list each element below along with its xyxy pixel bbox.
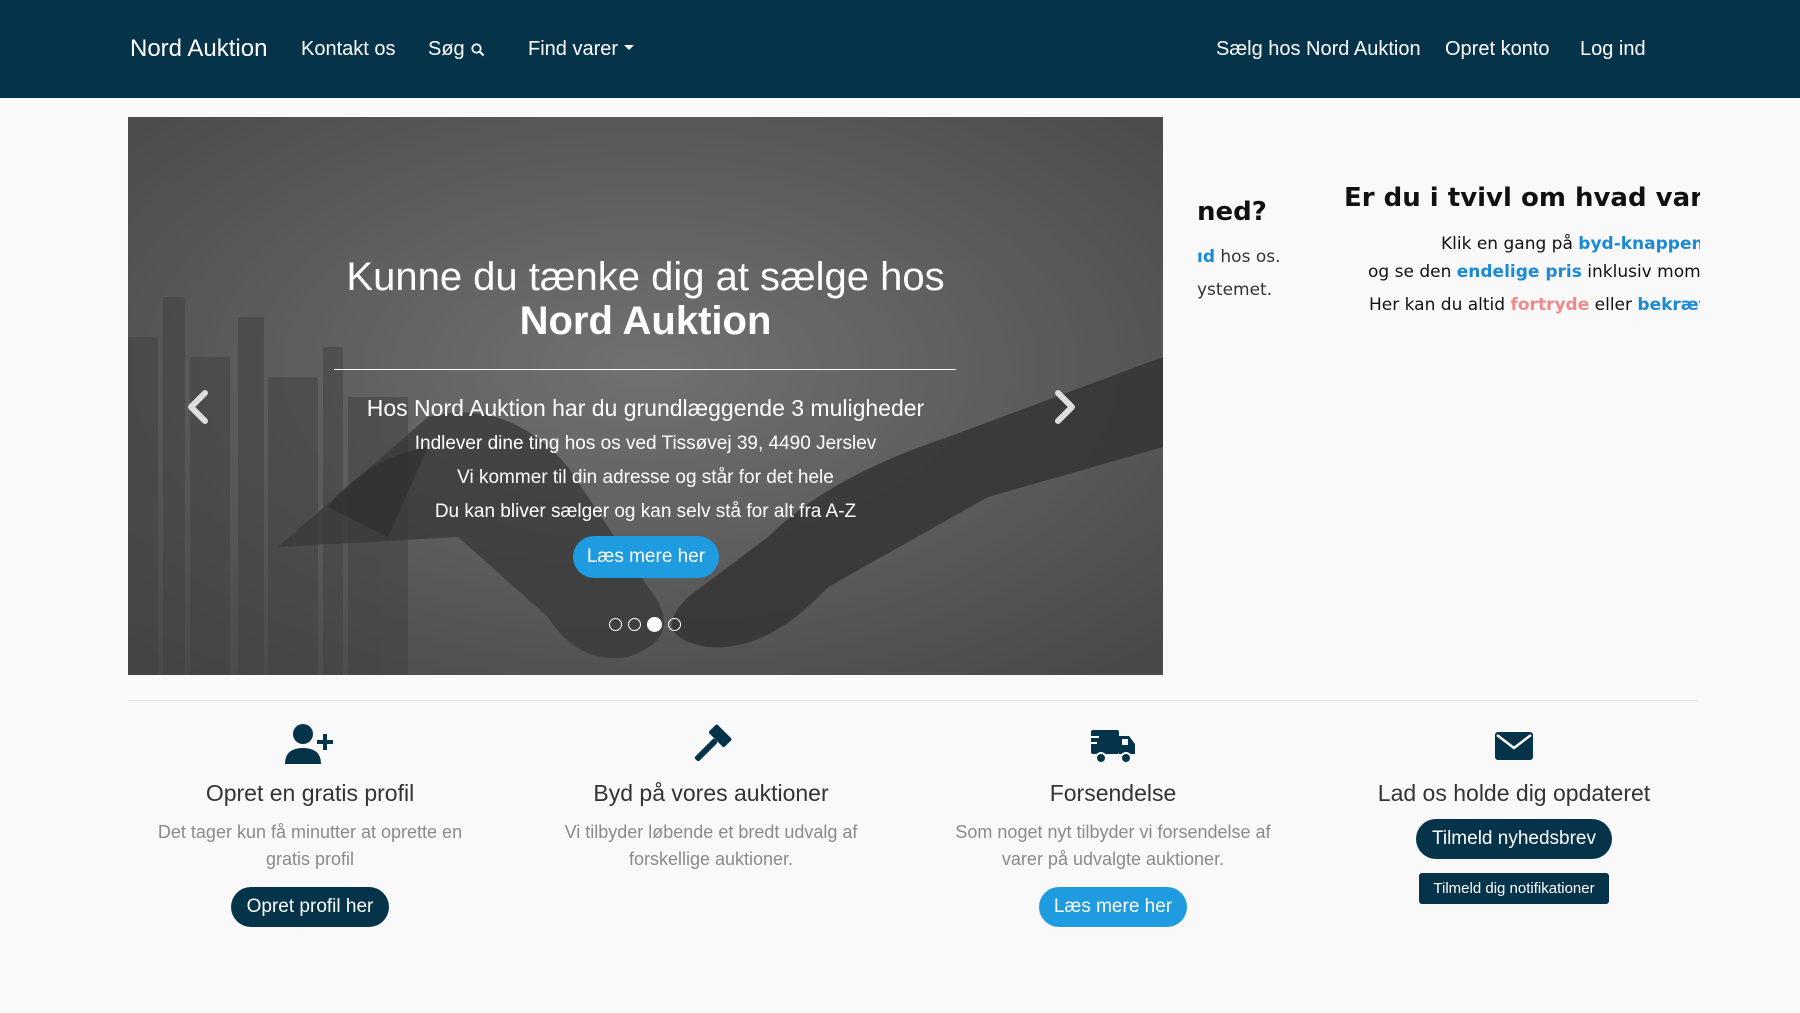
newsletter-signup-button[interactable]: Tilmeld nyhedsbrev bbox=[1415, 819, 1613, 859]
carousel-dot-1[interactable] bbox=[609, 618, 622, 632]
nav-search[interactable]: Søg bbox=[428, 0, 485, 98]
info-text: eller bbox=[1589, 295, 1638, 315]
nav-search-label: Søg bbox=[428, 38, 465, 60]
info-text: Her kan du altid bbox=[1369, 295, 1511, 315]
create-profile-button[interactable]: Opret profil her bbox=[230, 887, 390, 927]
slide-option-3: Du kan bliver sælger og kan selv stå for… bbox=[434, 501, 857, 522]
slide-option-2: Vi kommer til din adresse og står for de… bbox=[457, 467, 834, 488]
info-fragment-heading: ned? bbox=[1197, 197, 1267, 227]
feature-newsletter: Lad os holde dig opdateret Tilmeld nyhed… bbox=[1339, 722, 1689, 904]
nav-find-dropdown[interactable]: Find varer bbox=[528, 0, 635, 98]
info-link-confirm[interactable]: bekræfte bbox=[1637, 295, 1700, 315]
chevron-left-icon bbox=[188, 390, 208, 424]
feature-desc: Som noget nyt tilbyder vi forsendelse af… bbox=[955, 822, 1271, 869]
slide-read-more-button[interactable]: Læs mere her bbox=[573, 536, 719, 578]
info-slider-panel: ned? ıd hos os. ystemet. Er du i tvivl o… bbox=[1197, 117, 1700, 417]
notifications-signup-button[interactable]: Tilmeld dig notifikationer bbox=[1419, 873, 1609, 904]
nav-login[interactable]: Log ind bbox=[1580, 0, 1646, 98]
brand-logo-link[interactable]: Nord Auktion bbox=[130, 0, 267, 98]
carousel-dot-2[interactable] bbox=[628, 618, 641, 632]
info-line-2: og se den endelige pris inklusiv moms og bbox=[1368, 262, 1700, 282]
nav-sell[interactable]: Sælg hos Nord Auktion bbox=[1216, 0, 1421, 98]
envelope-icon bbox=[1495, 732, 1533, 760]
search-icon bbox=[471, 43, 484, 57]
feature-create-profile: Opret en gratis profil Det tager kun få … bbox=[135, 722, 485, 927]
chevron-right-icon bbox=[1055, 390, 1075, 424]
feature-desc: Vi tilbyder løbende et bredt udvalg af f… bbox=[564, 822, 858, 869]
info-fragment-text: hos os. bbox=[1215, 247, 1281, 267]
info-line-3: Her kan du altid fortryde eller bekræfte… bbox=[1369, 295, 1700, 315]
user-plus-icon bbox=[285, 724, 333, 764]
info-heading: Er du i tvivl om hvad varen k bbox=[1344, 183, 1700, 213]
carousel-prev-button[interactable] bbox=[183, 387, 213, 427]
info-link-regret[interactable]: fortryde bbox=[1510, 295, 1589, 315]
info-text: og se den bbox=[1368, 262, 1457, 282]
hero-carousel: Kunne du tænke dig at sælge hos Nord Auk… bbox=[128, 117, 1163, 675]
slide-divider bbox=[334, 369, 956, 370]
feature-title: Opret en gratis profil bbox=[205, 780, 415, 806]
info-fragment-link[interactable]: ıd bbox=[1197, 247, 1215, 267]
feature-desc: Det tager kun få minutter at oprette en … bbox=[157, 822, 463, 869]
info-text: inklusiv moms og bbox=[1587, 262, 1700, 282]
shipping-read-more-button[interactable]: Læs mere her bbox=[1038, 887, 1188, 927]
slide-option-1: Indlever dine ting hos os ved Tissøvej 3… bbox=[414, 433, 877, 454]
feature-shipping: Forsendelse Som noget nyt tilbyder vi fo… bbox=[938, 722, 1288, 927]
feature-title: Byd på vores auktioner bbox=[593, 780, 829, 806]
top-navbar: Nord Auktion Kontakt os Søg Find varer S… bbox=[0, 0, 1800, 98]
gavel-icon bbox=[694, 724, 732, 762]
slide-title-line1: Kunne du tænke dig at sælge hos bbox=[346, 255, 945, 299]
carousel-indicators bbox=[609, 616, 687, 633]
caret-down-icon bbox=[624, 45, 635, 51]
nav-signup[interactable]: Opret konto bbox=[1445, 0, 1550, 98]
info-text: Klik en gang på bbox=[1441, 234, 1579, 254]
section-divider bbox=[128, 700, 1698, 701]
feature-title: Forsendelse bbox=[1049, 780, 1177, 806]
slide-subtitle: Hos Nord Auktion har du grundlæggende 3 … bbox=[366, 395, 925, 421]
info-link-bid-button[interactable]: byd-knappen bbox=[1578, 234, 1700, 254]
carousel-dot-3[interactable] bbox=[647, 617, 662, 633]
truck-icon bbox=[1089, 730, 1135, 764]
nav-find-label: Find varer bbox=[528, 38, 619, 60]
info-link-final-price[interactable]: endelige pris bbox=[1457, 262, 1582, 282]
info-fragment-line1: ıd hos os. bbox=[1197, 247, 1281, 267]
nav-contact[interactable]: Kontakt os bbox=[301, 0, 396, 98]
info-fragment-line2: ystemet. bbox=[1197, 280, 1273, 300]
carousel-dot-4[interactable] bbox=[668, 618, 681, 632]
feature-bid: Byd på vores auktioner Vi tilbyder løben… bbox=[536, 722, 886, 873]
carousel-next-button[interactable] bbox=[1050, 387, 1080, 427]
info-line-1: Klik en gang på byd-knappen bbox=[1441, 234, 1700, 254]
slide-title-line2: Nord Auktion bbox=[519, 299, 772, 343]
feature-title: Lad os holde dig opdateret bbox=[1377, 780, 1651, 806]
